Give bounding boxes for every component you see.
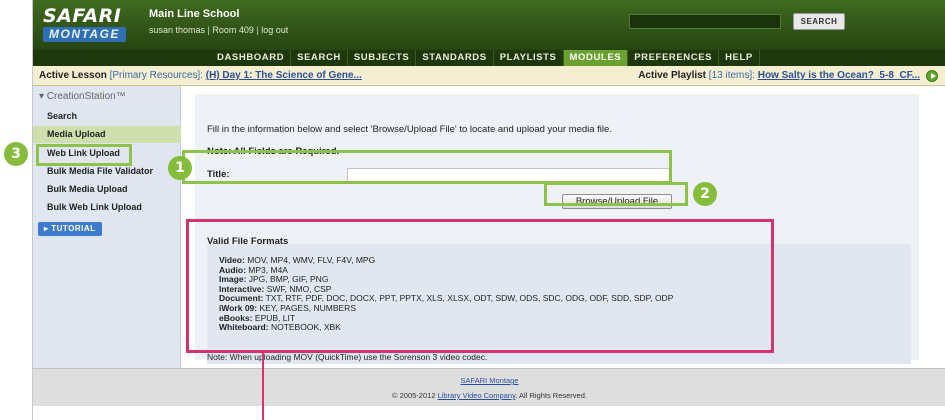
nav-item-modules[interactable]: MODULES xyxy=(563,50,629,66)
callout-2: 2 xyxy=(693,182,717,206)
footer-safari-link[interactable]: SAFARI Montage xyxy=(33,376,945,385)
nav-item-preferences[interactable]: PREFERENCES xyxy=(628,50,720,66)
copyright-prefix: © 2005-2012 xyxy=(392,391,438,400)
web-link-upload-highlight xyxy=(36,144,132,166)
search-input[interactable] xyxy=(629,14,781,29)
active-playlist-link[interactable]: How Salty is the Ocean?_5-8_CF... xyxy=(758,70,920,81)
search-button[interactable]: SEARCH xyxy=(793,13,845,30)
copyright-suffix: . All Rights Reserved. xyxy=(515,391,587,400)
nav-list: DASHBOARD SEARCH SUBJECTS STANDARDS PLAYLIST… xyxy=(211,50,760,66)
user-name: susan thomas xyxy=(149,25,206,35)
active-lesson-bar: Active Lesson [Primary Resources]: (H) D… xyxy=(33,66,945,86)
active-lesson-label: Active Lesson xyxy=(39,70,107,81)
sidebar-item-search[interactable]: Search xyxy=(33,108,181,125)
room-label: Room 409 xyxy=(212,25,254,35)
footer: SAFARI Montage © 2005-2012 Library Video… xyxy=(33,368,945,406)
active-lesson: Active Lesson [Primary Resources]: (H) D… xyxy=(39,66,362,86)
copyright: © 2005-2012 Library Video Company. All R… xyxy=(33,391,945,400)
upload-instructions: Fill in the information below and select… xyxy=(207,124,612,135)
callout-3: 3 xyxy=(4,142,28,166)
sidebar: ▾ CreationStation™ Search Media Upload W… xyxy=(33,86,181,368)
nav-item-subjects[interactable]: SUBJECTS xyxy=(348,50,417,66)
app-frame: SAFARI MONTAGE Main Line School susan th… xyxy=(32,0,945,420)
browse-button-highlight xyxy=(544,182,688,206)
callout-1: 1 xyxy=(168,156,192,180)
nav-item-playlists[interactable]: PLAYLISTS xyxy=(494,50,564,66)
logout-link[interactable]: log out xyxy=(261,25,288,35)
logo-text-bottom: MONTAGE xyxy=(43,27,126,42)
title-field-highlight xyxy=(182,150,672,184)
logo-text-top: SAFARI xyxy=(43,5,122,27)
nav-item-help[interactable]: HELP xyxy=(719,50,760,66)
user-info: susan thomas | Room 409 | log out xyxy=(149,25,289,35)
sidebar-title[interactable]: ▾ CreationStation™ xyxy=(39,91,126,102)
main-nav: DASHBOARD SEARCH SUBJECTS STANDARDS PLAYLIST… xyxy=(33,50,945,66)
sidebar-item-media-upload[interactable]: Media Upload xyxy=(33,126,181,143)
safari-montage-logo[interactable]: SAFARI MONTAGE xyxy=(43,6,131,46)
highlight-connector-line xyxy=(262,353,264,420)
sidebar-item-bulk-media-upload[interactable]: Bulk Media Upload xyxy=(33,181,181,198)
header: SAFARI MONTAGE Main Line School susan th… xyxy=(33,0,945,50)
sidebar-item-bulk-web-link-upload[interactable]: Bulk Web Link Upload xyxy=(33,199,181,216)
nav-item-dashboard[interactable]: DASHBOARD xyxy=(211,50,292,66)
play-icon[interactable] xyxy=(926,70,938,82)
primary-resources-link[interactable]: [Primary Resources]: xyxy=(110,70,203,81)
active-playlist: Active Playlist [13 items]: How Salty is… xyxy=(638,66,920,86)
nav-item-standards[interactable]: STANDARDS xyxy=(416,50,494,66)
company-link[interactable]: Library Video Company xyxy=(438,391,516,400)
nav-item-search[interactable]: SEARCH xyxy=(291,50,348,66)
valid-formats-highlight xyxy=(186,219,774,353)
playlist-count[interactable]: [13 items]: xyxy=(709,70,755,81)
mov-codec-note: Note: When uploading MOV (QuickTime) use… xyxy=(207,352,488,362)
active-lesson-link[interactable]: (H) Day 1: The Science of Gene... xyxy=(206,70,362,81)
tutorial-button[interactable]: ▸ TUTORIAL xyxy=(38,222,102,236)
school-name: Main Line School xyxy=(149,8,240,20)
active-playlist-label: Active Playlist xyxy=(638,70,707,81)
